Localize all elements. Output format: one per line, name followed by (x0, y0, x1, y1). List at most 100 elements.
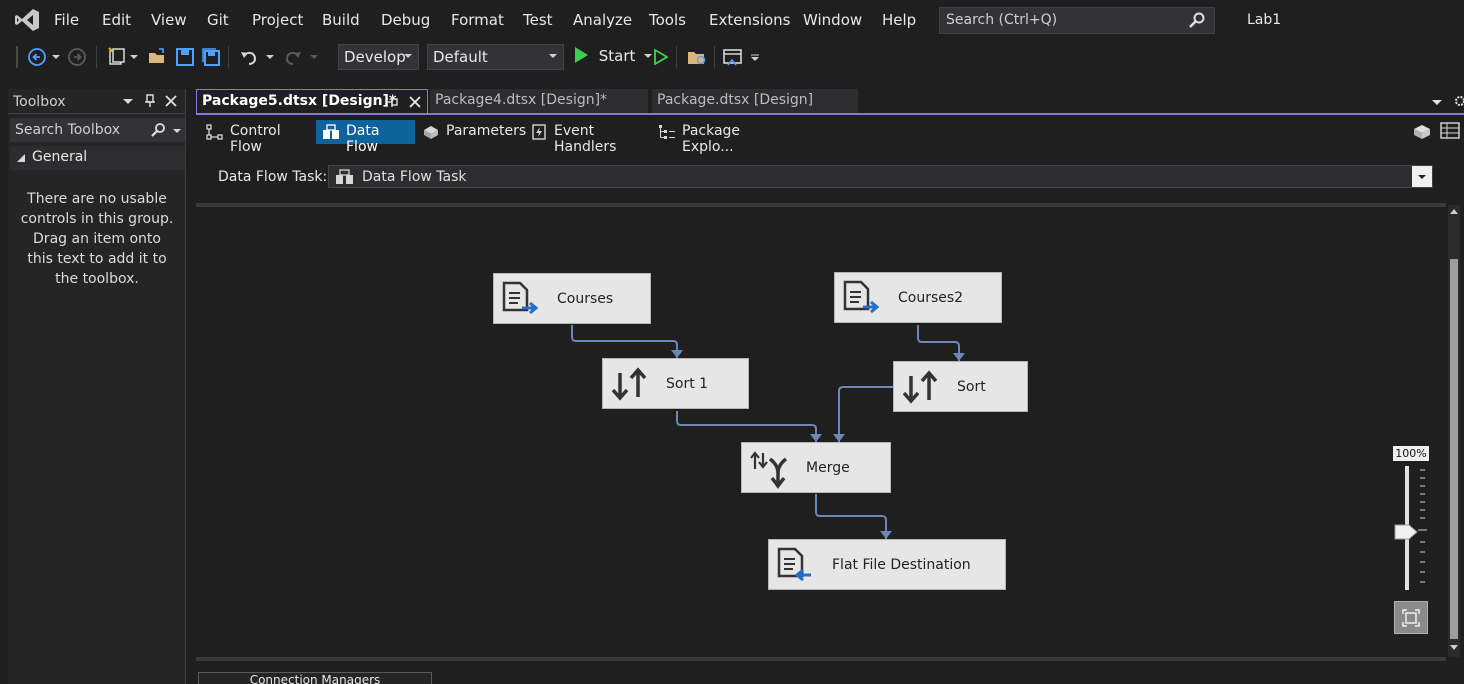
arrow-sort-to-merge (833, 434, 845, 442)
search-icon[interactable] (150, 122, 166, 138)
browser-window-icon[interactable] (722, 46, 744, 68)
menu-edit[interactable]: Edit (102, 11, 131, 29)
toolbox-title: Toolbox (13, 94, 66, 110)
pin-icon[interactable] (387, 96, 399, 108)
node-sort-1[interactable]: Sort 1 (602, 358, 749, 409)
menu-format[interactable]: Format (451, 11, 504, 29)
save-icon[interactable] (174, 46, 196, 68)
menu-debug[interactable]: Debug (381, 11, 430, 29)
tab-event-handlers[interactable]: Event Handlers (524, 120, 650, 155)
node-courses-source[interactable]: Courses (493, 273, 651, 324)
merge-transform-icon (750, 451, 788, 489)
forward-icon[interactable] (66, 46, 88, 68)
path-courses2-to-sort (917, 325, 960, 361)
visual-studio-logo-icon[interactable] (14, 8, 40, 32)
data-flow-task-value: Data Flow Task (362, 169, 467, 185)
flat-file-source-icon (843, 280, 880, 314)
menu-help[interactable]: Help (882, 11, 916, 29)
start-without-debugging-icon[interactable] (650, 46, 672, 68)
undo-icon[interactable] (238, 46, 260, 68)
flat-file-source-icon (502, 281, 539, 315)
scroll-down-arrow-icon[interactable] (1450, 645, 1458, 651)
zoom-to-fit-button[interactable] (1394, 601, 1428, 634)
node-sort[interactable]: Sort (893, 361, 1028, 412)
control-flow-icon (206, 124, 223, 140)
zoom-slider-ticks (1418, 469, 1427, 583)
platform-value: Default (433, 48, 488, 66)
redo-dropdown-icon[interactable] (308, 46, 320, 68)
back-icon[interactable] (26, 46, 48, 68)
toolbar-grip[interactable] (16, 46, 18, 68)
node-label: Courses2 (898, 290, 964, 306)
tab-package[interactable]: Package.dtsx [Design] (652, 89, 858, 113)
connection-managers-tab[interactable]: Connection Managers (198, 672, 432, 684)
node-courses2-source[interactable]: Courses2 (834, 272, 1002, 323)
tab-label: Package.dtsx [Design] (657, 92, 814, 108)
start-button[interactable]: Start (574, 47, 653, 65)
menu-extensions[interactable]: Extensions (709, 11, 790, 29)
menu-view[interactable]: View (151, 11, 187, 29)
solution-platform-select[interactable]: Default (427, 44, 564, 70)
toolbox-group-general[interactable]: General (10, 146, 185, 170)
toolbox-grid-icon[interactable] (1440, 122, 1460, 140)
solution-configuration-select[interactable]: Develop (338, 44, 419, 70)
tab-overflow-dropdown-icon[interactable] (1432, 99, 1442, 107)
scroll-up-arrow-icon[interactable] (1450, 209, 1458, 215)
gear-icon[interactable] (1452, 94, 1464, 108)
data-flow-task-select[interactable]: Data Flow Task (328, 165, 1433, 188)
chevron-down-icon[interactable] (1412, 166, 1432, 187)
chevron-down-icon[interactable] (173, 128, 181, 134)
toolbar-separator (96, 46, 97, 68)
tab-parameters[interactable]: Parameters (416, 120, 526, 144)
configuration-value: Develop (344, 48, 406, 66)
tab-package5[interactable]: Package5.dtsx [Design]* (196, 89, 428, 113)
toolbar-overflow-icon[interactable] (748, 46, 762, 68)
menu-tools[interactable]: Tools (649, 11, 686, 29)
menu-project[interactable]: Project (252, 11, 303, 29)
toolbox-empty-message: There are no usable controls in this gro… (20, 191, 174, 287)
node-flat-file-destination[interactable]: Flat File Destination (768, 539, 1006, 590)
menu-analyze[interactable]: Analyze (573, 11, 632, 29)
menu-file[interactable]: File (54, 11, 79, 29)
toolbox-search-placeholder: Search Toolbox (15, 122, 121, 138)
open-folder-icon[interactable] (146, 46, 168, 68)
menu-build[interactable]: Build (322, 11, 360, 29)
parameters-icon (424, 126, 438, 139)
variables-icon[interactable] (1412, 123, 1432, 141)
chevron-down-icon (404, 54, 412, 58)
data-flow-canvas[interactable]: Courses Courses2 Sort 1 Sort Merge Flat … (196, 203, 1446, 661)
dropdown-arrow-icon[interactable] (123, 98, 133, 106)
tab-label: Control Flow (230, 123, 281, 155)
node-merge[interactable]: Merge (741, 442, 891, 493)
toolbox-search-input[interactable]: Search Toolbox (10, 118, 185, 142)
tab-control-flow[interactable]: Control Flow (200, 120, 310, 155)
data-flow-icon (323, 124, 339, 139)
close-icon[interactable] (409, 96, 421, 108)
package-explorer-icon (659, 125, 675, 139)
quick-launch-search[interactable]: Search (Ctrl+Q) (939, 7, 1215, 34)
search-placeholder: Search (Ctrl+Q) (946, 12, 1058, 28)
undo-dropdown-icon[interactable] (264, 46, 276, 68)
path-sort-to-merge (838, 386, 893, 442)
menu-window[interactable]: Window (803, 11, 862, 29)
tab-package4[interactable]: Package4.dtsx [Design]* (430, 89, 648, 113)
path-courses-to-sort1 (571, 325, 678, 358)
start-label: Start (598, 47, 636, 65)
zoom-slider-thumb[interactable] (1394, 524, 1418, 540)
new-dropdown-icon[interactable] (128, 46, 140, 68)
back-dropdown-icon[interactable] (50, 46, 62, 68)
menu-test[interactable]: Test (523, 11, 553, 29)
new-project-icon[interactable] (106, 46, 128, 68)
close-icon[interactable] (165, 95, 177, 107)
redo-icon[interactable] (282, 46, 304, 68)
scrollbar-thumb[interactable] (1450, 259, 1458, 639)
tab-package-explorer[interactable]: Package Explo... (652, 120, 792, 155)
tab-data-flow[interactable]: Data Flow (316, 120, 415, 155)
canvas-vertical-scrollbar[interactable] (1448, 205, 1460, 657)
zoom-level-label: 100% (1393, 446, 1429, 461)
arrow-sort1-to-merge (810, 434, 822, 442)
save-all-icon[interactable] (200, 46, 222, 68)
menu-git[interactable]: Git (207, 11, 229, 29)
solution-explorer-folder-icon[interactable] (686, 46, 708, 68)
pin-icon[interactable] (144, 94, 156, 108)
